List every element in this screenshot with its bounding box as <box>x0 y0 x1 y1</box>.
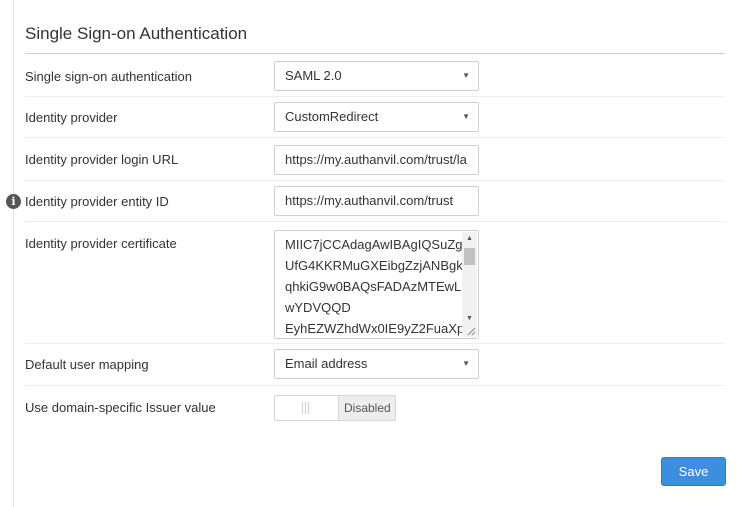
row-identity-provider: Identity provider CustomRedirect ▼ <box>25 97 725 138</box>
row-login-url: Identity provider login URL https://my.a… <box>25 138 725 181</box>
section-title: Single Sign-on Authentication <box>25 24 248 43</box>
scroll-down-arrow-icon[interactable]: ▼ <box>462 312 477 326</box>
chevron-down-icon: ▼ <box>462 112 470 121</box>
row-user-mapping: Default user mapping Email address ▼ <box>25 344 725 386</box>
login-url-input[interactable]: https://my.authanvil.com/trust/lа <box>274 145 479 175</box>
scroll-thumb[interactable] <box>464 248 475 265</box>
certificate-text: MIIC7jCCAdagAwIBAgIQSuZg UfG4KKRMuGXEibg… <box>285 234 465 338</box>
certificate-scrollbar[interactable]: ▲ ▼ <box>462 232 477 326</box>
login-url-label: Identity provider login URL <box>25 152 179 167</box>
certificate-textarea[interactable]: MIIC7jCCAdagAwIBAgIQSuZg UfG4KKRMuGXEibg… <box>274 230 479 339</box>
title-divider <box>25 53 725 54</box>
issuer-value-label: Use domain-specific Issuer value <box>25 400 216 415</box>
identity-provider-select[interactable]: CustomRedirect ▼ <box>274 102 479 132</box>
certificate-line: UfG4KKRMuGXEibgZzjANBgk <box>285 258 463 273</box>
sso-authentication-select[interactable]: SAML 2.0 ▼ <box>274 61 479 91</box>
info-icon[interactable]: i <box>6 194 21 209</box>
certificate-line: EyhEZWZhdWx0IE9yZ2FuaXp <box>285 321 465 336</box>
toggle-state-label: Disabled <box>344 401 391 415</box>
entity-id-label: Identity provider entity ID <box>25 194 169 209</box>
certificate-label: Identity provider certificate <box>25 236 177 251</box>
sso-authentication-value: SAML 2.0 <box>285 68 342 83</box>
certificate-line: qhkiG9w0BAQsFADAzMTEwL <box>285 279 462 294</box>
chevron-down-icon: ▼ <box>462 71 470 80</box>
row-entity-id: i Identity provider entity ID https://my… <box>6 181 725 222</box>
identity-provider-label: Identity provider <box>25 110 118 125</box>
toggle-knob[interactable] <box>275 396 339 420</box>
resize-handle-icon[interactable] <box>462 325 477 337</box>
chevron-down-icon: ▼ <box>462 359 470 368</box>
user-mapping-label: Default user mapping <box>25 357 149 372</box>
sso-authentication-label: Single sign-on authentication <box>25 69 192 84</box>
scroll-up-arrow-icon[interactable]: ▲ <box>462 232 477 246</box>
entity-id-input[interactable]: https://my.authanvil.com/trust <box>274 186 479 216</box>
issuer-value-toggle[interactable]: Disabled <box>274 395 396 421</box>
user-mapping-select[interactable]: Email address ▼ <box>274 349 479 379</box>
row-sso-authentication: Single sign-on authentication SAML 2.0 ▼ <box>25 56 725 97</box>
grip-icon <box>302 402 309 414</box>
row-issuer-value: Use domain-specific Issuer value Disable… <box>25 386 725 428</box>
certificate-line: wYDVQQD <box>285 300 351 315</box>
user-mapping-value: Email address <box>285 356 368 371</box>
identity-provider-value: CustomRedirect <box>285 109 379 124</box>
save-button[interactable]: Save <box>661 457 726 486</box>
row-certificate: Identity provider certificate MIIC7jCCAd… <box>25 222 725 344</box>
certificate-line: MIIC7jCCAdagAwIBAgIQSuZg <box>285 237 463 252</box>
